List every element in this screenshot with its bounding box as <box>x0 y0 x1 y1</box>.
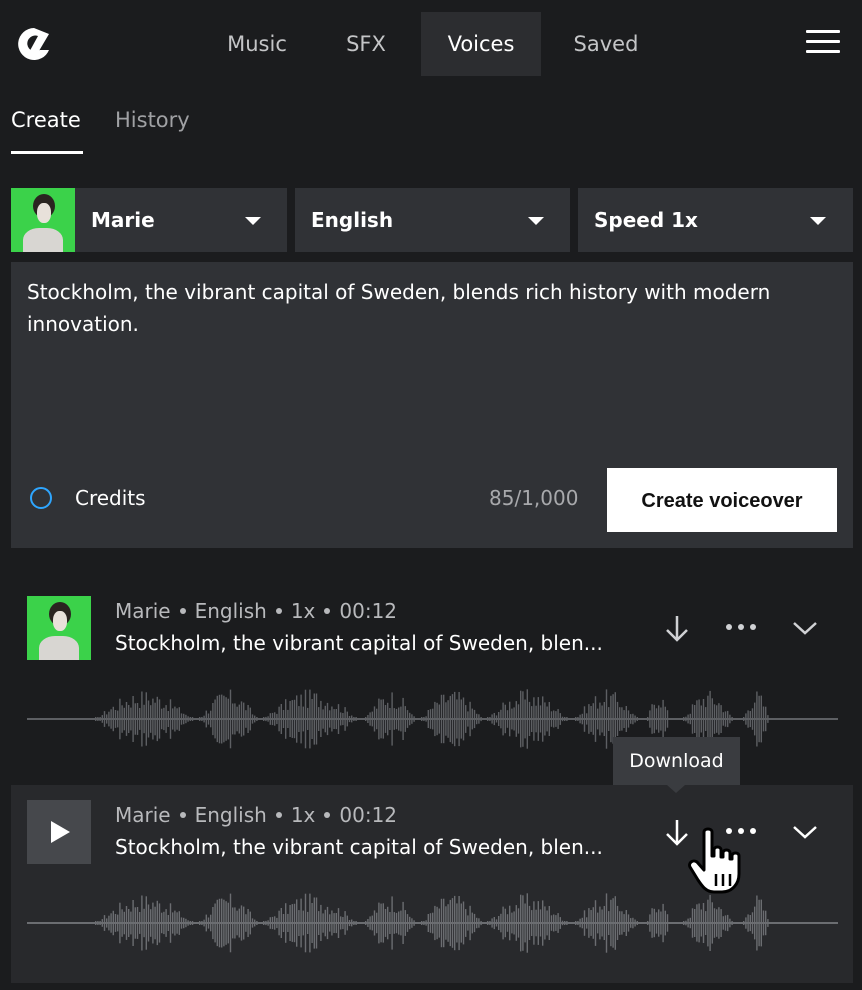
speed-select[interactable]: Speed 1x <box>578 188 853 252</box>
history-avatar <box>27 596 91 660</box>
play-button[interactable] <box>27 800 91 864</box>
language-select-value: English <box>311 208 394 232</box>
logo-icon[interactable] <box>16 26 52 62</box>
nav-voices[interactable]: Voices <box>421 12 541 76</box>
chevron-down-icon <box>810 217 826 225</box>
pointer-hand-cursor-icon <box>688 827 741 894</box>
history-item-meta: Marie English 1x 00:12 <box>115 803 397 827</box>
voice-select[interactable]: Marie <box>11 188 287 252</box>
history-duration: 00:12 <box>339 803 398 827</box>
history-duration: 00:12 <box>339 599 398 623</box>
voice-avatar <box>11 188 75 252</box>
tab-history[interactable]: History <box>115 108 190 132</box>
history-item-meta: Marie English 1x 00:12 <box>115 599 397 623</box>
play-icon <box>51 821 70 843</box>
chevron-down-icon <box>245 217 261 225</box>
chevron-down-icon[interactable] <box>792 620 818 636</box>
character-counter: 85/1,000 <box>489 486 579 510</box>
voice-select-value: Marie <box>91 208 155 232</box>
script-text[interactable]: Stockholm, the vibrant capital of Sweden… <box>27 276 827 340</box>
history-language: English <box>194 599 267 623</box>
history-speed: 1x <box>290 599 316 623</box>
nav-saved[interactable]: Saved <box>556 12 656 76</box>
speed-select-value: Speed 1x <box>594 208 698 232</box>
script-editor[interactable]: Stockholm, the vibrant capital of Sweden… <box>11 262 853 548</box>
hamburger-menu-icon[interactable] <box>806 30 840 58</box>
language-select[interactable]: English <box>295 188 570 252</box>
waveform[interactable] <box>27 890 838 956</box>
tab-create[interactable]: Create <box>11 108 81 132</box>
create-voiceover-button[interactable]: Create voiceover <box>607 468 837 532</box>
nav-sfx[interactable]: SFX <box>325 12 407 76</box>
credits-ring-icon <box>30 487 52 509</box>
chevron-down-icon[interactable] <box>792 824 818 840</box>
tooltip-arrow <box>667 785 685 793</box>
more-icon[interactable] <box>724 622 758 632</box>
credits-label: Credits <box>75 486 146 510</box>
download-tooltip: Download <box>613 737 740 785</box>
history-language: English <box>194 803 267 827</box>
download-icon[interactable] <box>664 614 690 642</box>
history-item-title: Stockholm, the vibrant capital of Sweden… <box>115 835 603 859</box>
chevron-down-icon <box>528 217 544 225</box>
history-voice: Marie <box>115 803 171 827</box>
history-speed: 1x <box>290 803 316 827</box>
history-item-title: Stockholm, the vibrant capital of Sweden… <box>115 631 603 655</box>
active-tab-indicator <box>11 151 83 154</box>
history-voice: Marie <box>115 599 171 623</box>
nav-music[interactable]: Music <box>205 12 309 76</box>
